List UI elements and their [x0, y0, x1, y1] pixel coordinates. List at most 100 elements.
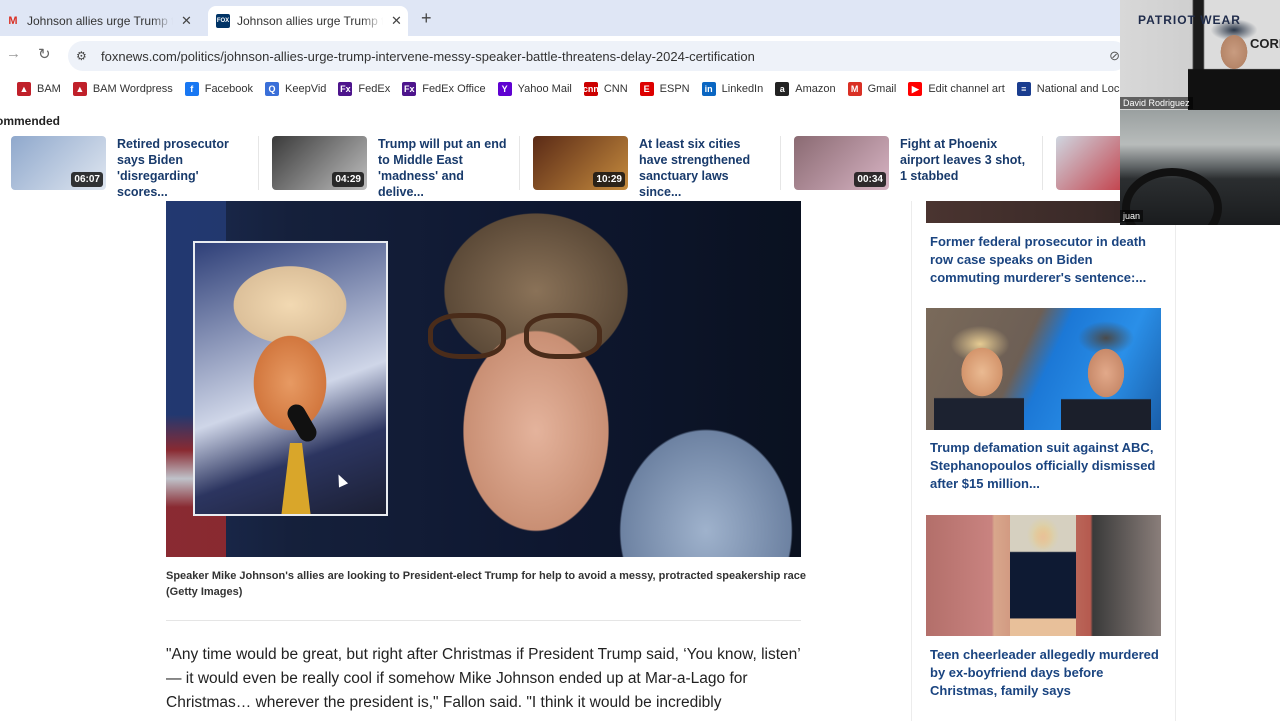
- recommended-heading: ommended: [0, 114, 61, 128]
- recommended-video[interactable]: 10:29 At least six cities have strengthen…: [533, 136, 769, 199]
- divider: [780, 136, 781, 190]
- video-thumbnail[interactable]: 04:29: [272, 136, 367, 190]
- recommended-video[interactable]: 04:29 Trump will put an end to Middle Eas…: [272, 136, 508, 199]
- bookmark-label: FedEx: [358, 83, 391, 95]
- bookmark-item[interactable]: ▶ Edit channel art: [908, 82, 1005, 96]
- webcam-overlay: PATRIOT WEAR CORN David Rodriguez juan: [1120, 0, 1280, 225]
- host-video: [1188, 18, 1280, 110]
- bookmark-label: Gmail: [867, 83, 897, 95]
- fox-news-icon: FOX: [216, 14, 230, 28]
- gmail-icon: M: [8, 15, 18, 27]
- cheerleader-photo: [1010, 515, 1076, 636]
- stephanopoulos-photo: [1061, 318, 1151, 430]
- eye-off-icon[interactable]: ⊘: [1109, 48, 1120, 64]
- bookmark-label: LinkedIn: [721, 83, 764, 95]
- bookmark-label: BAM: [37, 83, 61, 95]
- keepvid-icon: Q: [265, 82, 280, 96]
- close-tab-icon[interactable]: ✕: [391, 13, 402, 29]
- video-title[interactable]: At least six cities have strengthened sa…: [639, 136, 769, 199]
- video-title[interactable]: Trump will put an end to Middle East 'ma…: [378, 136, 508, 199]
- backdrop-logo-2: CORN: [1250, 36, 1280, 51]
- url-text[interactable]: foxnews.com/politics/johnson-allies-urge…: [101, 49, 755, 64]
- new-tab-button[interactable]: +: [421, 8, 432, 29]
- video-thumbnail[interactable]: 10:29: [533, 136, 628, 190]
- facebook-icon: f: [184, 82, 199, 96]
- bookmark-item[interactable]: Fx FedEx Office: [402, 82, 486, 96]
- recommended-video[interactable]: 06:07 Retired prosecutor says Biden 'disr…: [11, 136, 247, 199]
- fedex-icon: Fx: [402, 82, 417, 96]
- bookmark-item[interactable]: Q KeepVid: [265, 82, 326, 96]
- divider: [258, 136, 259, 190]
- video-title[interactable]: Retired prosecutor says Biden 'disregard…: [117, 136, 247, 199]
- bookmark-item[interactable]: f Facebook: [184, 82, 254, 96]
- browser-toolbar: → ↻ ⚙ foxnews.com/politics/johnson-allie…: [0, 36, 1280, 74]
- video-duration: 06:07: [71, 172, 103, 187]
- bookmark-item[interactable]: Y Yahoo Mail: [497, 82, 572, 96]
- bookmark-label: KeepVid: [285, 83, 327, 95]
- tab-strip: M Johnson allies urge Trump to intervene…: [0, 0, 1280, 36]
- sidebar-card-title[interactable]: Trump defamation suit against ABC, Steph…: [930, 439, 1160, 493]
- bookmark-item[interactable]: cnn CNN: [582, 82, 628, 96]
- amazon-icon: a: [775, 82, 790, 96]
- sidebar-card-image[interactable]: [926, 515, 1161, 636]
- webcam-feed-1: PATRIOT WEAR CORN: [1120, 0, 1280, 110]
- gmail-icon: M: [847, 82, 862, 96]
- tab-title: Johnson allies urge Trump to intervene: [237, 14, 383, 28]
- news-icon: ≡: [1016, 82, 1031, 96]
- address-bar[interactable]: ⚙ foxnews.com/politics/johnson-allies-ur…: [68, 41, 1128, 71]
- video-thumbnail[interactable]: 06:07: [11, 136, 106, 190]
- article-hero-image[interactable]: [166, 201, 801, 557]
- video-title[interactable]: Fight at Phoenix airport leaves 3 shot, …: [900, 136, 1030, 190]
- gold-tie: [281, 443, 311, 514]
- bookmark-label: FedEx Office: [422, 83, 486, 95]
- webcam-feed-2: [1120, 110, 1280, 225]
- microphone: [284, 401, 320, 445]
- recommended-video[interactable]: 00:34 Fight at Phoenix airport leaves 3 s…: [794, 136, 1030, 190]
- image-caption: Speaker Mike Johnson's allies are lookin…: [166, 570, 807, 598]
- bookmark-label: Amazon: [795, 83, 836, 95]
- bookmark-label: Facebook: [204, 83, 254, 95]
- espn-icon: E: [639, 82, 654, 96]
- bookmark-label: Edit channel art: [928, 83, 1005, 95]
- recommended-videos: 06:07 Retired prosecutor says Biden 'disr…: [0, 136, 1151, 199]
- trump-inset-photo: [193, 241, 388, 516]
- tab-title: Johnson allies urge Trump to intervene: [27, 14, 173, 28]
- video-duration: 00:34: [854, 172, 886, 187]
- participant-name: David Rodriguez: [1120, 97, 1193, 109]
- bookmark-label: National and Local...: [1036, 83, 1120, 95]
- site-settings-icon[interactable]: ⚙: [76, 49, 92, 63]
- sidebar-card-image[interactable]: [926, 308, 1161, 430]
- reload-icon[interactable]: ↻: [38, 45, 51, 63]
- trump-photo: [934, 322, 1024, 430]
- bam-icon: ▲: [72, 82, 87, 96]
- video-thumbnail[interactable]: 00:34: [794, 136, 889, 190]
- bookmark-item[interactable]: E ESPN: [639, 82, 690, 96]
- youtube-icon: ▶: [908, 82, 923, 96]
- tab-gmail[interactable]: M Johnson allies urge Trump to intervene…: [0, 6, 200, 36]
- bookmark-item[interactable]: M Gmail: [847, 82, 897, 96]
- sidebar-card-title[interactable]: Former federal prosecutor in death row c…: [930, 233, 1160, 287]
- bookmark-item[interactable]: in LinkedIn: [701, 82, 764, 96]
- video-duration: 04:29: [332, 172, 364, 187]
- bookmark-item[interactable]: ▲ BAM Wordpress: [72, 82, 173, 96]
- cnn-icon: cnn: [582, 82, 599, 96]
- bookmark-item[interactable]: a Amazon: [775, 82, 836, 96]
- divider: [166, 620, 801, 621]
- bookmark-item[interactable]: ▲ BAM: [17, 82, 61, 96]
- bookmark-item[interactable]: Fx FedEx: [338, 82, 390, 96]
- bookmark-label: Yahoo Mail: [517, 83, 572, 95]
- close-tab-icon[interactable]: ✕: [181, 13, 192, 29]
- divider: [519, 136, 520, 190]
- tab-fox-news[interactable]: FOX Johnson allies urge Trump to interve…: [208, 6, 408, 36]
- bookmark-label: CNN: [603, 83, 628, 95]
- bam-icon: ▲: [17, 82, 31, 96]
- participant-name: juan: [1120, 210, 1144, 222]
- linkedin-icon: in: [701, 82, 716, 96]
- fedex-icon: Fx: [338, 82, 353, 96]
- sidebar-card-title[interactable]: Teen cheerleader allegedly murdered by e…: [930, 646, 1160, 700]
- bookmark-item[interactable]: ≡ National and Local...: [1016, 82, 1120, 96]
- bookmark-label: ESPN: [659, 83, 690, 95]
- forward-icon[interactable]: →: [6, 45, 21, 62]
- glasses-detail: [428, 313, 608, 359]
- bookmarks-bar: ▲ BAM ▲ BAM Wordpress f Facebook Q KeepVid Fx Fed…: [0, 76, 1120, 102]
